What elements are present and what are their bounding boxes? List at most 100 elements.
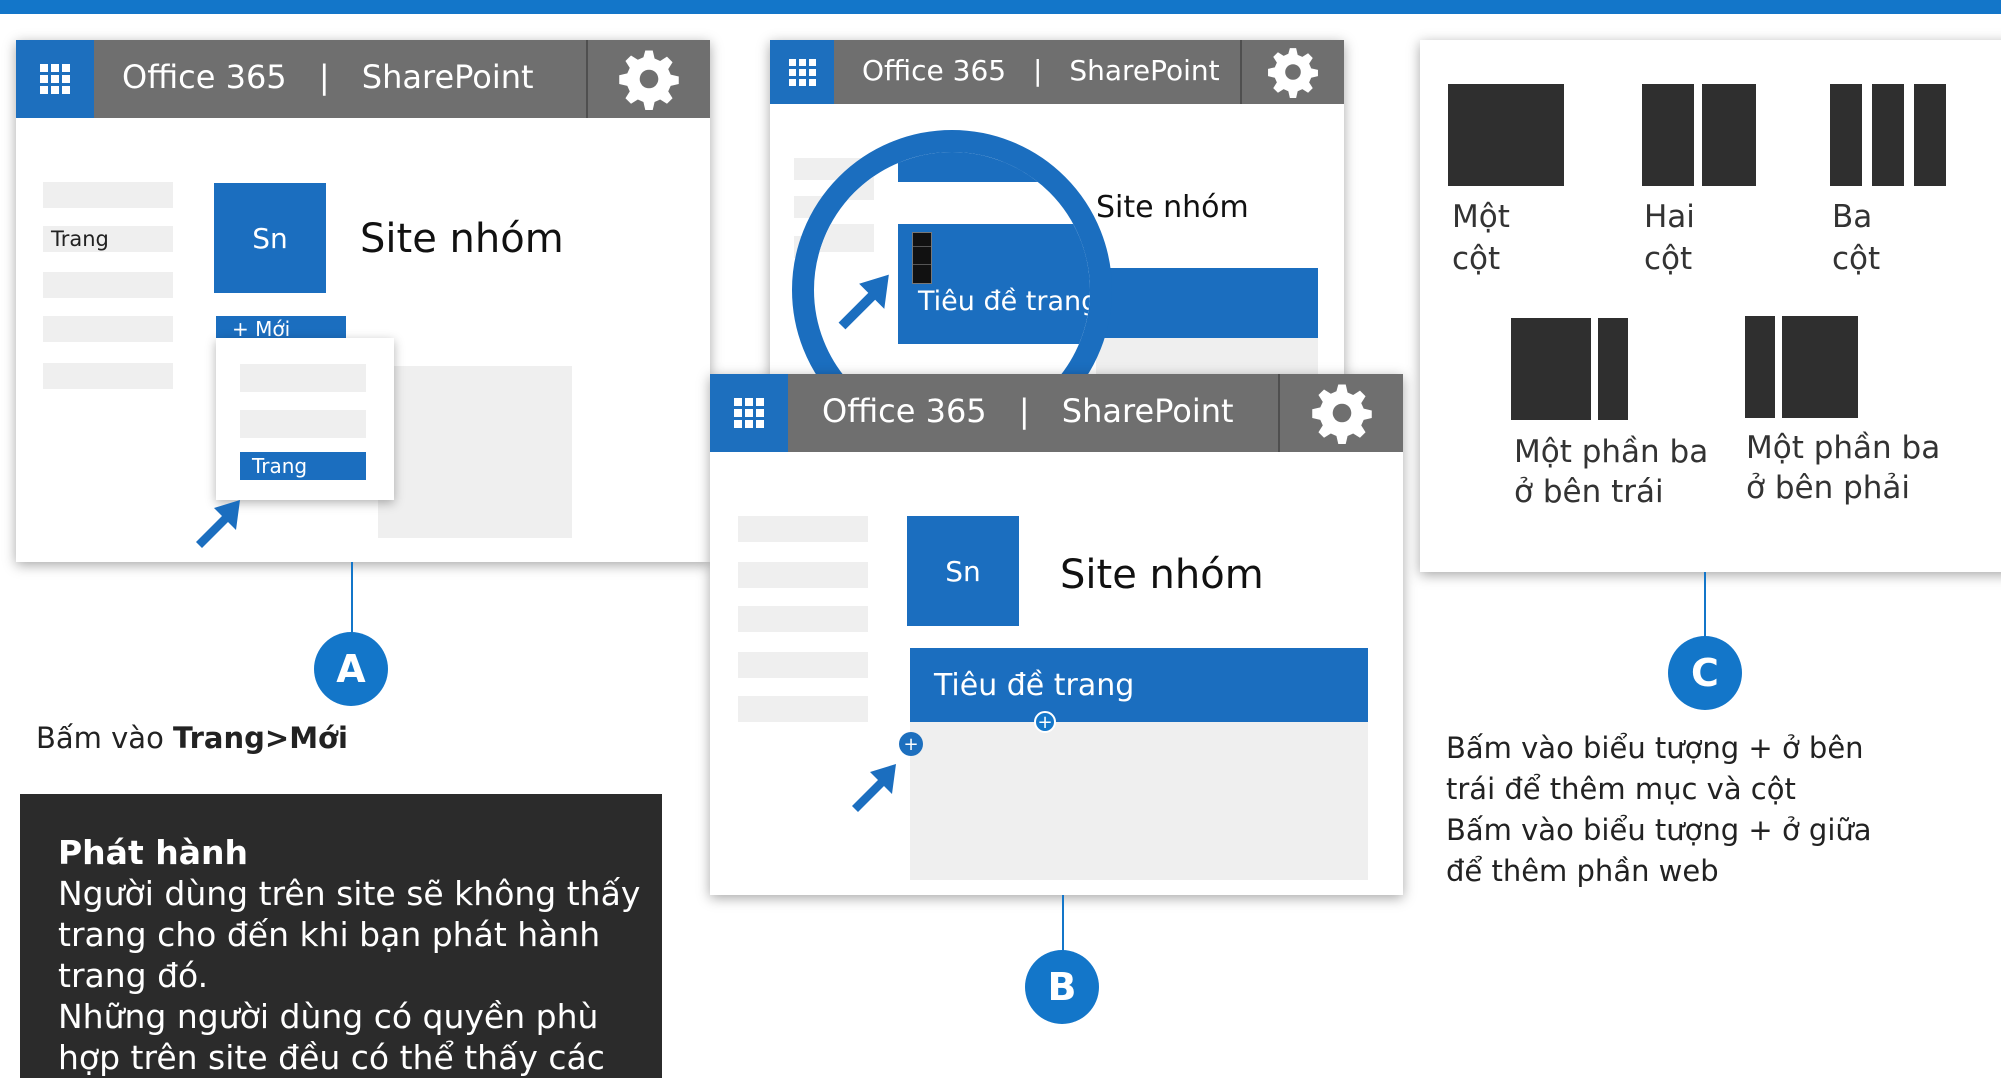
add-section-button[interactable]: + — [899, 732, 923, 756]
page-title-label: Tiêu đề trang — [934, 667, 1135, 703]
suite-title: Office 365 | SharePoint — [862, 54, 1220, 87]
waffle-icon — [40, 64, 70, 94]
waffle-button[interactable] — [16, 40, 94, 118]
sidebar-bar — [43, 182, 173, 208]
one-third-right-thumbnail-wide[interactable] — [1782, 316, 1858, 418]
publish-line: Những người dùng có quyền phù — [58, 997, 599, 1036]
step-c-caption: Bấm vào biểu tượng + ở bên trái để thêm … — [1446, 728, 1872, 892]
step-a-letter: A — [336, 647, 366, 691]
sidebar-bar — [43, 363, 173, 389]
sidebar-item-trang[interactable]: Trang — [43, 226, 173, 252]
zoomed-bar — [814, 172, 874, 200]
step-c-line: trái để thêm mục và cột — [1446, 772, 1796, 806]
three-column-thumbnail-1[interactable] — [1830, 84, 1862, 186]
window-magnifier: Office 365 | SharePoint Site nhóm Tiêu đ… — [770, 40, 1344, 380]
sidebar-bar — [738, 652, 868, 678]
one-column-thumbnail[interactable] — [1448, 84, 1564, 186]
menu-item[interactable] — [240, 410, 366, 438]
step-badge-c: C — [1668, 636, 1742, 710]
suite-header: Office 365 | SharePoint — [770, 40, 1344, 104]
layout-label-one-third-right: Một phần ba ở bên phải — [1746, 428, 1940, 508]
brand-label: Office 365 — [862, 54, 1007, 87]
two-column-thumbnail-right[interactable] — [1702, 84, 1756, 186]
settings-button[interactable] — [1280, 374, 1403, 452]
settings-button[interactable] — [588, 40, 710, 118]
sidebar-bar — [738, 696, 868, 722]
waffle-button[interactable] — [710, 374, 788, 452]
waffle-icon — [734, 398, 764, 428]
site-logo-tile: Sn — [907, 516, 1019, 626]
step-c-line: Bấm vào biểu tượng + ở giữa — [1446, 813, 1872, 847]
step-b-letter: B — [1047, 965, 1077, 1009]
add-webpart-button[interactable]: + — [1034, 711, 1056, 733]
site-logo-tile: Sn — [214, 183, 326, 293]
suite-header: Office 365 | SharePoint — [16, 40, 710, 118]
sidebar-bar — [738, 606, 868, 632]
gear-icon — [1311, 384, 1372, 444]
title-separator: | — [318, 58, 330, 96]
layout-label-line: Hai — [1644, 199, 1695, 235]
product-label: SharePoint — [361, 58, 534, 96]
step-a-caption: Bấm vào Trang>Mới — [36, 718, 348, 759]
title-separator: | — [1032, 54, 1043, 87]
menu-item-label: Trang — [252, 454, 308, 478]
product-label: SharePoint — [1069, 54, 1220, 87]
product-label: SharePoint — [1061, 392, 1234, 430]
plus-icon: + — [903, 733, 919, 755]
connector-line-b — [1062, 895, 1064, 955]
brand-label: Office 365 — [822, 392, 987, 430]
sidebar-item-label: Trang — [51, 227, 109, 251]
window-panel-a: Office 365 | SharePoint Trang Sn Site nh… — [16, 40, 710, 562]
page-title-strip — [1096, 268, 1318, 338]
site-initials: Sn — [252, 221, 288, 255]
three-column-thumbnail-3[interactable] — [1914, 84, 1946, 186]
brand-label: Office 365 — [122, 58, 287, 96]
menu-item-trang[interactable]: Trang — [240, 452, 366, 480]
zoomed-bar — [814, 224, 874, 252]
site-initials: Sn — [945, 554, 981, 588]
step-c-letter: C — [1691, 651, 1719, 695]
publish-line: trang cho đến khi bạn phát hành — [58, 915, 601, 954]
page-title-strip[interactable]: Tiêu đề trang — [910, 648, 1368, 722]
layout-label-line: Ba — [1832, 199, 1873, 235]
gear-icon — [619, 50, 679, 110]
layout-label-line: cột — [1452, 241, 1501, 277]
gear-icon — [1268, 48, 1318, 98]
new-dropdown-menu: Trang — [216, 338, 394, 500]
publish-line: Người dùng trên site sẽ không thấy — [58, 874, 641, 913]
suite-title: Office 365 | SharePoint — [122, 58, 534, 96]
waffle-button[interactable] — [770, 40, 834, 104]
cursor-arrow-icon — [852, 764, 896, 812]
layout-label-three-column: Ba cột — [1832, 196, 1880, 280]
layout-label-line: Một — [1452, 199, 1510, 235]
zoomed-toolbar — [912, 232, 932, 284]
layout-label-line: cột — [1832, 241, 1881, 277]
canvas-area — [910, 722, 1368, 880]
layout-label-line: Một phần ba — [1746, 430, 1941, 466]
one-third-right-thumbnail-narrow[interactable] — [1745, 316, 1775, 418]
layout-label-two-column: Hai cột — [1644, 196, 1695, 280]
settings-button[interactable] — [1242, 40, 1344, 104]
cursor-arrow-icon — [838, 274, 889, 330]
connector-line-a — [351, 562, 353, 637]
sidebar-bar — [43, 316, 173, 342]
one-third-left-thumbnail-narrow[interactable] — [1598, 318, 1628, 420]
one-third-left-thumbnail-wide[interactable] — [1511, 318, 1591, 420]
site-name: Site nhóm — [360, 216, 564, 262]
menu-item[interactable] — [240, 364, 366, 392]
step-a-bold: Trang>Mới — [173, 721, 348, 755]
three-column-thumbnail-2[interactable] — [1872, 84, 1904, 186]
publish-title: Phát hành — [58, 833, 248, 872]
publish-line: hợp trên site đều có thể thấy các — [58, 1038, 605, 1077]
layout-label-one-third-left: Một phần ba ở bên trái — [1514, 432, 1708, 512]
cursor-arrow-icon — [196, 500, 240, 548]
content-placeholder — [378, 366, 572, 538]
step-badge-a: A — [314, 632, 388, 706]
plus-icon: + — [1037, 711, 1053, 733]
site-name: Site nhóm — [1096, 190, 1249, 225]
step-c-line: Bấm vào biểu tượng + ở bên — [1446, 731, 1864, 765]
connector-line-c — [1704, 572, 1706, 644]
layout-label-line: Một phần ba — [1514, 434, 1709, 470]
two-column-thumbnail-left[interactable] — [1642, 84, 1694, 186]
site-name: Site nhóm — [1060, 552, 1264, 598]
